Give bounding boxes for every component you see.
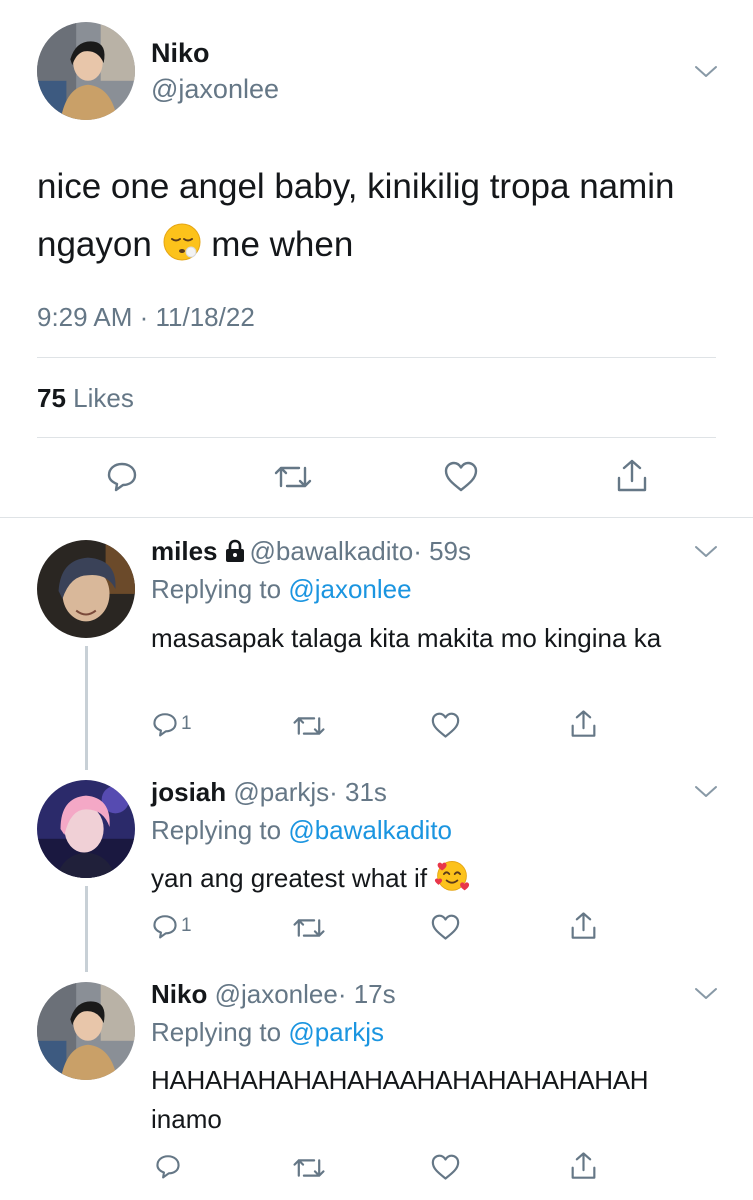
- reply-count: 1: [181, 915, 192, 936]
- replying-to-link[interactable]: @bawalkadito: [288, 815, 452, 845]
- reply-count: 1: [181, 713, 192, 734]
- likes-label: Likes: [73, 383, 134, 413]
- divider: [0, 517, 753, 518]
- reply-header: josiah @parkjs· 31s: [151, 777, 387, 808]
- chevron-down-icon[interactable]: [694, 64, 718, 80]
- reply-button[interactable]: 1: [152, 711, 192, 737]
- share-icon: [571, 912, 596, 939]
- author-name[interactable]: miles: [151, 536, 218, 566]
- like-button[interactable]: [444, 461, 478, 493]
- reply-text-line1: HAHAHAHAHAHAHAAHAHAHAHAHAHAH: [151, 1065, 649, 1095]
- reply-button[interactable]: 1: [152, 913, 192, 939]
- replying-to: Replying to @jaxonlee: [151, 574, 412, 605]
- retweet-icon: [293, 919, 325, 937]
- reply-text-container: HAHAHAHAHAHAHAAHAHAHAHAHAHAH inamo: [151, 1061, 741, 1139]
- thread-line: [85, 886, 88, 972]
- avatar[interactable]: [37, 780, 135, 878]
- smiling-face-with-hearts-icon: [434, 857, 470, 904]
- sighing-face-icon: [162, 222, 202, 280]
- author-handle[interactable]: @bawalkadito: [250, 536, 414, 566]
- retweet-icon: [293, 717, 325, 735]
- share-button[interactable]: [615, 458, 649, 494]
- reply-time: · 17s: [337, 979, 396, 1009]
- reply-button[interactable]: [155, 1153, 181, 1179]
- reply-header: Niko @jaxonlee· 17s: [151, 979, 396, 1010]
- replying-to-label: Replying to: [151, 574, 282, 604]
- heart-icon: [444, 461, 478, 492]
- share-button[interactable]: [569, 911, 598, 941]
- replying-to: Replying to @bawalkadito: [151, 815, 452, 846]
- share-button[interactable]: [569, 709, 598, 739]
- reply-icon: [153, 915, 177, 939]
- chevron-down-icon[interactable]: [694, 544, 718, 560]
- reply-text: masasapak talaga kita makita mo kingina …: [151, 623, 662, 653]
- share-icon: [571, 1152, 596, 1179]
- replying-to: Replying to @parkjs: [151, 1017, 384, 1048]
- avatar[interactable]: [37, 22, 135, 120]
- heart-icon: [431, 914, 460, 940]
- retweet-button[interactable]: [292, 915, 326, 941]
- reply-text-container: yan ang greatest what if: [151, 857, 721, 904]
- avatar[interactable]: [37, 982, 135, 1080]
- likes-count[interactable]: 75 Likes: [37, 383, 134, 414]
- author-name[interactable]: Niko: [151, 38, 210, 69]
- reply-icon: [107, 462, 137, 492]
- retweet-button[interactable]: [292, 1155, 326, 1181]
- reply-time: · 59s: [413, 536, 472, 566]
- heart-icon: [431, 712, 460, 738]
- chevron-down-icon[interactable]: [694, 784, 718, 800]
- replying-to-link[interactable]: @jaxonlee: [288, 574, 411, 604]
- reply-time: · 31s: [329, 777, 387, 807]
- share-button[interactable]: [569, 1151, 598, 1181]
- reply-text: yan ang greatest what if: [151, 863, 428, 893]
- likes-number: 75: [37, 383, 66, 413]
- replying-to-label: Replying to: [151, 815, 282, 845]
- thread-line: [85, 646, 88, 770]
- author-name[interactable]: Niko: [151, 979, 207, 1009]
- reply-text-line2: inamo: [151, 1104, 222, 1134]
- like-button[interactable]: [431, 914, 460, 941]
- retweet-icon: [274, 466, 312, 488]
- reply-icon: [153, 713, 177, 737]
- author-handle[interactable]: @parkjs: [233, 777, 329, 807]
- retweet-button[interactable]: [273, 462, 313, 492]
- reply-icon: [156, 1155, 180, 1179]
- like-button[interactable]: [431, 712, 460, 739]
- tweet-text-part1: nice one angel baby, kinikilig tropa nam…: [37, 167, 675, 264]
- author-handle[interactable]: @jaxonlee: [215, 979, 338, 1009]
- tweet-text: nice one angel baby, kinikilig tropa nam…: [37, 158, 717, 280]
- share-icon: [571, 710, 596, 737]
- retweet-button[interactable]: [292, 713, 326, 739]
- avatar[interactable]: [37, 540, 135, 638]
- divider: [37, 437, 716, 438]
- lock-icon: [224, 539, 246, 570]
- tweet-timestamp[interactable]: 9:29 AM · 11/18/22: [37, 302, 255, 333]
- divider: [37, 357, 716, 358]
- like-button[interactable]: [431, 1154, 460, 1181]
- retweet-icon: [293, 1159, 325, 1177]
- replying-to-link[interactable]: @parkjs: [288, 1017, 384, 1047]
- author-name[interactable]: josiah: [151, 777, 226, 807]
- reply-button[interactable]: [106, 460, 138, 492]
- chevron-down-icon[interactable]: [694, 986, 718, 1002]
- tweet-text-part2: me when: [211, 225, 354, 264]
- heart-icon: [431, 1154, 460, 1180]
- share-icon: [617, 459, 647, 492]
- replying-to-label: Replying to: [151, 1017, 282, 1047]
- author-handle[interactable]: @jaxonlee: [151, 74, 279, 105]
- reply-header: miles @bawalkadito· 59s: [151, 536, 471, 570]
